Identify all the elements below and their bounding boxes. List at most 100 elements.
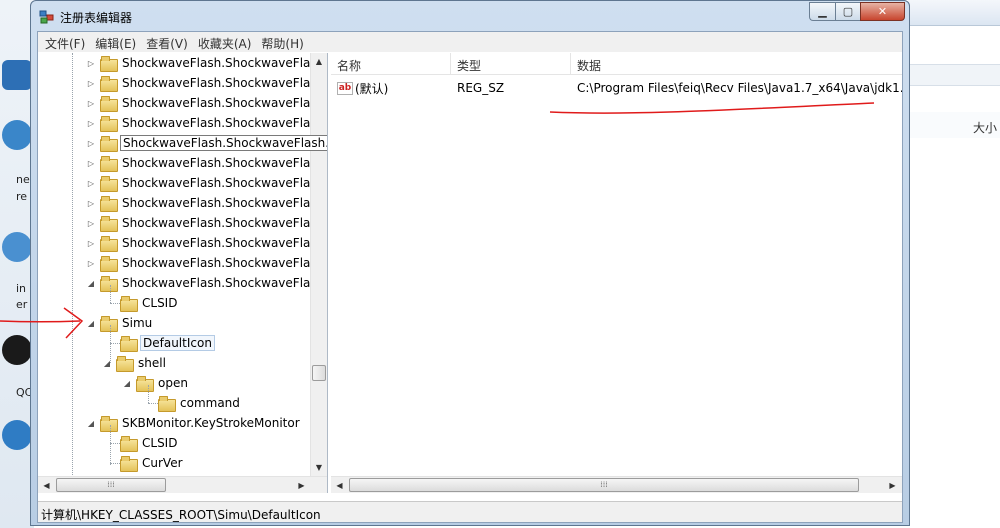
title-bar[interactable]: 注册表编辑器 ▁ ▢ ✕ [31, 1, 909, 31]
tree-item[interactable]: ▷ ShockwaveFlash.ShockwaveFlash [86, 113, 326, 133]
tree-item[interactable]: ▷ ShockwaveFlash.ShockwaveFlash [86, 233, 326, 253]
tree-item[interactable]: CLSID [120, 293, 179, 313]
list-horizontal-scrollbar[interactable]: ◀ ⁞⁞⁞ ▶ [331, 476, 902, 493]
scrollbar-thumb[interactable]: ⁞⁞⁞ [349, 478, 859, 492]
tree-item-label[interactable]: ShockwaveFlash.ShockwaveFlash [120, 56, 326, 70]
tree-item-label-tooltip[interactable]: ShockwaveFlash.ShockwaveFlash.25 [120, 135, 327, 151]
scroll-left-arrow-icon[interactable]: ◀ [331, 477, 348, 493]
expand-arrow-icon[interactable]: ▷ [86, 239, 96, 248]
menu-favorites[interactable]: 收藏夹(A) [193, 32, 257, 52]
expand-arrow-icon[interactable]: ▷ [86, 159, 96, 168]
column-header-name[interactable]: 名称 [331, 53, 451, 75]
expand-arrow-icon[interactable]: ▷ [86, 119, 96, 128]
tree-item[interactable]: ▷ ShockwaveFlash.ShockwaveFlash [86, 213, 326, 233]
expand-arrow-icon[interactable]: ▷ [86, 59, 96, 68]
expand-arrow-icon[interactable]: ▷ [86, 259, 96, 268]
scroll-right-arrow-icon[interactable]: ▶ [884, 477, 901, 493]
registry-key-tree[interactable]: ▷ ShockwaveFlash.ShockwaveFlash ▷ Shockw… [38, 53, 328, 493]
tree-item[interactable]: CurVer [120, 453, 185, 473]
expand-arrow-icon[interactable]: ▷ [86, 79, 96, 88]
tree-item[interactable]: ▷ ShockwaveFlash.ShockwaveFlash [86, 53, 326, 73]
folder-icon [100, 116, 118, 132]
tree-item-label[interactable]: CLSID [140, 436, 179, 450]
collapse-arrow-icon[interactable]: ◢ [122, 379, 132, 388]
tree-item-label[interactable]: ShockwaveFlash.ShockwaveFlash [120, 276, 326, 290]
scroll-up-arrow-icon[interactable]: ▲ [311, 53, 327, 70]
tree-item[interactable]: ▷ ShockwaveFlash.ShockwaveFlash [86, 73, 326, 93]
expand-arrow-icon[interactable]: ▷ [86, 219, 96, 228]
menu-edit[interactable]: 编辑(E) [90, 32, 141, 52]
tree-item-label[interactable]: CurVer [140, 456, 185, 470]
tree-item[interactable]: ◢ shell [102, 353, 168, 373]
tree-item[interactable]: ◢ Simu [86, 313, 154, 333]
tree-item-label-selected[interactable]: DefaultIcon [140, 335, 215, 351]
value-data: C:\Program Files\feiq\Recv Files\Java1.7… [577, 81, 902, 95]
value-name: (默认) [355, 81, 389, 96]
minimize-button[interactable]: ▁ [809, 2, 835, 21]
value-row[interactable]: ab (默认) REG_SZ C:\Program Files\feiq\Rec… [331, 77, 902, 99]
tree-item-label[interactable]: shell [136, 356, 168, 370]
expand-arrow-icon[interactable]: ▷ [86, 179, 96, 188]
folder-icon [100, 416, 118, 432]
column-header-data[interactable]: 数据 [571, 53, 902, 75]
desktop-app-icon[interactable] [2, 120, 32, 150]
tree-item-label[interactable]: ShockwaveFlash.ShockwaveFlash [120, 236, 326, 250]
tree-item-label[interactable]: ShockwaveFlash.ShockwaveFlash [120, 176, 326, 190]
scroll-left-arrow-icon[interactable]: ◀ [38, 477, 55, 493]
registry-values-list[interactable]: 名称 类型 数据 ab (默认) REG_SZ C:\Program Files… [331, 53, 902, 493]
folder-icon [120, 296, 138, 312]
expand-arrow-icon[interactable]: ▷ [86, 199, 96, 208]
desktop-app-icon[interactable] [2, 420, 32, 450]
tree-item[interactable]: ▷ ShockwaveFlash.ShockwaveFlash [86, 253, 326, 273]
tree-item[interactable]: ▷ ShockwaveFlash.ShockwaveFlash [86, 193, 326, 213]
menu-view[interactable]: 查看(V) [141, 32, 193, 52]
tree-item[interactable]: CLSID [120, 433, 179, 453]
collapse-arrow-icon[interactable]: ◢ [86, 419, 96, 428]
scroll-right-arrow-icon[interactable]: ▶ [293, 477, 310, 493]
menu-file[interactable]: 文件(F) [40, 32, 90, 52]
registry-editor-icon [39, 10, 54, 24]
tree-item-label[interactable]: ShockwaveFlash.ShockwaveFlash [120, 96, 326, 110]
background-window-column-header[interactable]: 大小 [908, 112, 1000, 138]
tree-item-label[interactable]: command [178, 396, 242, 410]
collapse-arrow-icon[interactable]: ◢ [86, 319, 96, 328]
tree-item[interactable]: command [158, 393, 242, 413]
tree-item[interactable]: ◢ open [122, 373, 190, 393]
tree-item[interactable]: ◢ SKBMonitor.KeyStrokeMonitor [86, 413, 302, 433]
collapse-arrow-icon[interactable]: ◢ [86, 279, 96, 288]
desktop-app-icon[interactable] [2, 60, 32, 90]
tree-item[interactable]: ▷ ShockwaveFlash.ShockwaveFlash.25 [86, 133, 327, 153]
desktop-app-icon[interactable] [2, 232, 32, 262]
column-header-type[interactable]: 类型 [451, 53, 571, 75]
folder-icon [100, 256, 118, 272]
scrollbar-thumb[interactable]: ⁞⁞⁞ [56, 478, 166, 492]
menu-help[interactable]: 帮助(H) [256, 32, 308, 52]
tree-item[interactable]: ▷ ShockwaveFlash.ShockwaveFlash [86, 173, 326, 193]
scrollbar-thumb[interactable] [312, 365, 326, 381]
collapse-arrow-icon[interactable]: ◢ [102, 359, 112, 368]
tree-item-label[interactable]: ShockwaveFlash.ShockwaveFlash [120, 156, 326, 170]
tree-item-label[interactable]: SKBMonitor.KeyStrokeMonitor [120, 416, 302, 430]
tree-item[interactable]: DefaultIcon [120, 333, 215, 353]
tree-item-label[interactable]: open [156, 376, 190, 390]
tree-item-label[interactable]: ShockwaveFlash.ShockwaveFlash [120, 216, 326, 230]
tree-item-label[interactable]: ShockwaveFlash.ShockwaveFlash [120, 196, 326, 210]
maximize-button[interactable]: ▢ [835, 2, 860, 21]
tree-item-label[interactable]: ShockwaveFlash.ShockwaveFlash [120, 256, 326, 270]
desktop-app-icon[interactable] [2, 335, 32, 365]
status-bar: 计算机\HKEY_CLASSES_ROOT\Simu\DefaultIcon [38, 501, 902, 522]
tree-item-label[interactable]: Simu [120, 316, 154, 330]
tree-item-label[interactable]: ShockwaveFlash.ShockwaveFlash [120, 116, 326, 130]
expand-arrow-icon[interactable]: ▷ [86, 99, 96, 108]
tree-item[interactable]: ▷ ShockwaveFlash.ShockwaveFlash [86, 153, 326, 173]
tree-vertical-scrollbar[interactable]: ▲ ▼ [310, 53, 327, 476]
scroll-down-arrow-icon[interactable]: ▼ [311, 459, 327, 476]
tree-item-label[interactable]: CLSID [140, 296, 179, 310]
expand-arrow-icon[interactable]: ▷ [86, 139, 96, 148]
tree-item-label[interactable]: ShockwaveFlash.ShockwaveFlash [120, 76, 326, 90]
tree-item[interactable]: ◢ ShockwaveFlash.ShockwaveFlash [86, 273, 326, 293]
status-path: 计算机\HKEY_CLASSES_ROOT\Simu\DefaultIcon [41, 508, 321, 522]
close-button[interactable]: ✕ [860, 2, 905, 21]
tree-horizontal-scrollbar[interactable]: ◀ ⁞⁞⁞ ▶ [38, 476, 327, 493]
tree-item[interactable]: ▷ ShockwaveFlash.ShockwaveFlash [86, 93, 326, 113]
